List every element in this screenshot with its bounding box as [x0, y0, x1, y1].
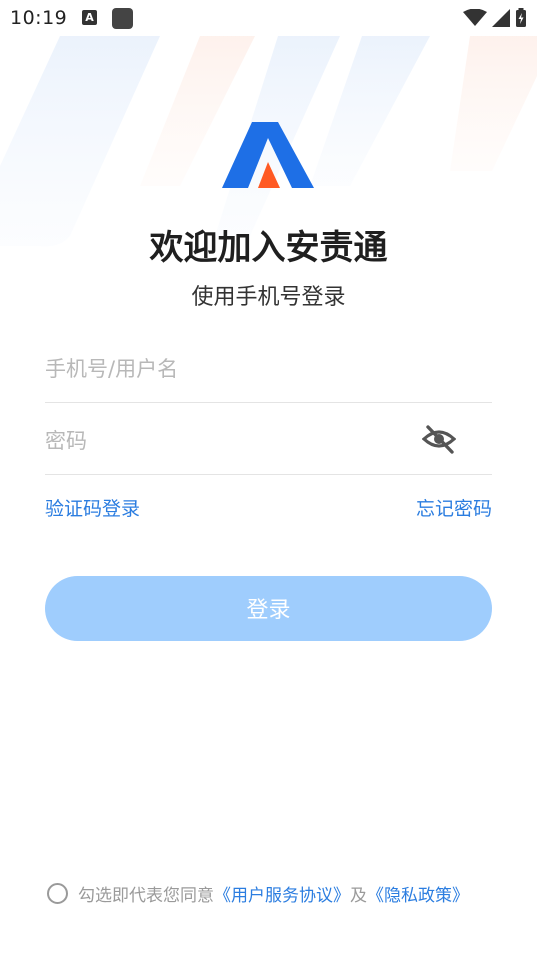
battery-charging-icon: [516, 8, 526, 27]
phone-input[interactable]: [45, 336, 405, 402]
agreement-row: 勾选即代表您同意 《用户服务协议》 及 《隐私政策》: [47, 880, 469, 906]
status-indicators: [463, 8, 527, 28]
agreement-prefix: 勾选即代表您同意: [78, 885, 214, 906]
login-options-row: 验证码登录 忘记密码: [45, 494, 492, 524]
password-input[interactable]: [45, 408, 405, 474]
agreement-conjunction: 及: [350, 885, 367, 906]
agreement-checkbox[interactable]: [47, 882, 68, 904]
password-field: [45, 408, 492, 475]
wifi-icon: [463, 9, 487, 26]
eye-off-icon[interactable]: [422, 424, 456, 454]
welcome-subtitle: 使用手机号登录: [191, 285, 346, 310]
privacy-policy-link[interactable]: 《隐私政策》: [367, 881, 469, 906]
notification-square-icon: [112, 8, 133, 29]
forgot-password-link[interactable]: 忘记密码: [416, 494, 492, 521]
code-login-link[interactable]: 验证码登录: [45, 494, 140, 521]
signal-icon: [492, 9, 510, 27]
status-bar: 10:19 A: [0, 0, 537, 36]
login-button[interactable]: 登录: [45, 576, 492, 641]
notification-a-icon: A: [82, 10, 97, 25]
service-agreement-link[interactable]: 《用户服务协议》: [214, 881, 350, 906]
welcome-title: 欢迎加入安责通: [149, 228, 388, 268]
phone-field: [45, 336, 492, 403]
app-logo: [222, 122, 314, 188]
status-time: 10:19: [10, 7, 68, 29]
